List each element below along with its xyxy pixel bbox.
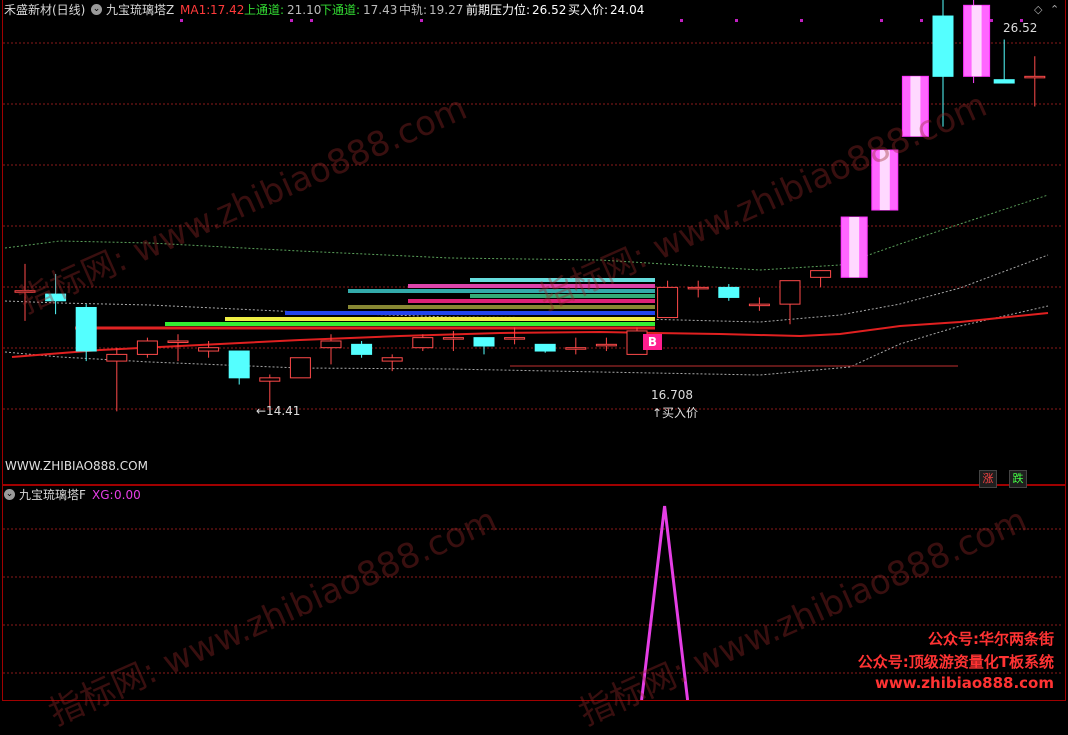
up-candle [259, 377, 281, 382]
top-marker [800, 19, 803, 22]
down-candle [228, 350, 250, 379]
up-candle [442, 337, 464, 340]
sub-indicator-name[interactable]: 九宝琉璃塔F [19, 488, 86, 502]
up-candle [381, 357, 403, 362]
buy-price-value: 24.04 [610, 3, 645, 17]
xg-value: 0.00 [114, 488, 141, 502]
buy-value-label: 16.708 [651, 388, 693, 402]
promo-line: www.zhibiao888.com [874, 674, 1054, 692]
down-candle [932, 15, 954, 77]
limit-up-candle-highlight [971, 5, 982, 77]
ma1-value: 17.42 [210, 3, 245, 17]
top-marker [990, 19, 993, 22]
channel-line [4, 305, 1049, 376]
rise-badge[interactable]: 涨 [979, 470, 997, 488]
top-marker [290, 19, 293, 22]
xg-label: XG: [92, 488, 114, 502]
resistance-value: 26.52 [532, 3, 567, 17]
up-candle [412, 337, 434, 349]
up-candle [320, 340, 342, 349]
up-candle [504, 337, 526, 340]
buy-signal-badge: B [643, 334, 662, 350]
top-marker [735, 19, 738, 22]
mid-rail-value: 19.27 [429, 3, 464, 17]
up-candle [136, 340, 158, 355]
collapse-icon[interactable]: ⌃ [1050, 3, 1059, 17]
indicator-name[interactable]: 九宝琉璃塔Z [106, 3, 174, 17]
candlestick-chart[interactable] [0, 0, 1068, 700]
promo-line: 公众号:华尔两条街 [928, 630, 1054, 648]
stock-name[interactable]: 禾盛新材(日线) [4, 3, 85, 17]
promo-line: 公众号:顶级游资量化T板系统 [857, 653, 1054, 671]
down-candle [993, 79, 1015, 84]
up-candle [565, 347, 587, 350]
up-candle [289, 357, 311, 379]
up-candle [810, 270, 832, 278]
up-candle [1024, 75, 1046, 79]
down-candle [351, 343, 373, 355]
fall-badge[interactable]: 跌 [1009, 470, 1027, 488]
down-candle [75, 306, 97, 352]
resistance-label: 前期压力位: [466, 3, 531, 17]
diamond-icon[interactable]: ◇ [1034, 3, 1042, 17]
sub-indicator-menu-icon[interactable]: ⌄ [4, 489, 15, 500]
top-marker [180, 19, 183, 22]
up-candle [106, 353, 128, 362]
buy-price-label: 买入价: [568, 3, 609, 17]
up-candle [779, 280, 801, 305]
upper-channel-value: 21.10 [287, 3, 322, 17]
high-price-label: 26.52 [1003, 21, 1038, 35]
top-marker [880, 19, 883, 22]
up-candle [167, 340, 189, 343]
top-marker [680, 19, 683, 22]
up-candle [687, 286, 709, 290]
limit-up-candle-highlight [849, 217, 860, 278]
indicator-menu-icon[interactable]: ⌄ [91, 4, 102, 15]
down-candle [718, 286, 740, 298]
mid-rail-label: 中轨: [399, 3, 428, 17]
down-candle [534, 343, 556, 352]
lower-channel-value: 17.43 [363, 3, 398, 17]
ma1-label: MA1: [180, 3, 211, 17]
low-price-label: ←14.41 [256, 404, 301, 418]
website-label: WWW.ZHIBIAO888.COM [5, 459, 148, 473]
top-marker [310, 19, 313, 22]
trading-chart-window: 指标网: www.zhibiao888.com 指标网: www.zhibiao… [0, 0, 1068, 734]
up-candle [748, 303, 770, 307]
down-candle [473, 337, 495, 347]
up-candle [657, 286, 679, 319]
lower-channel-label: 下通道: [320, 3, 361, 17]
up-candle [198, 347, 220, 352]
upper-channel-label: 上通道: [244, 3, 285, 17]
top-marker [920, 19, 923, 22]
buy-arrow-label: ↑买入价 [652, 406, 699, 420]
up-candle [595, 343, 617, 347]
top-marker [420, 19, 423, 22]
